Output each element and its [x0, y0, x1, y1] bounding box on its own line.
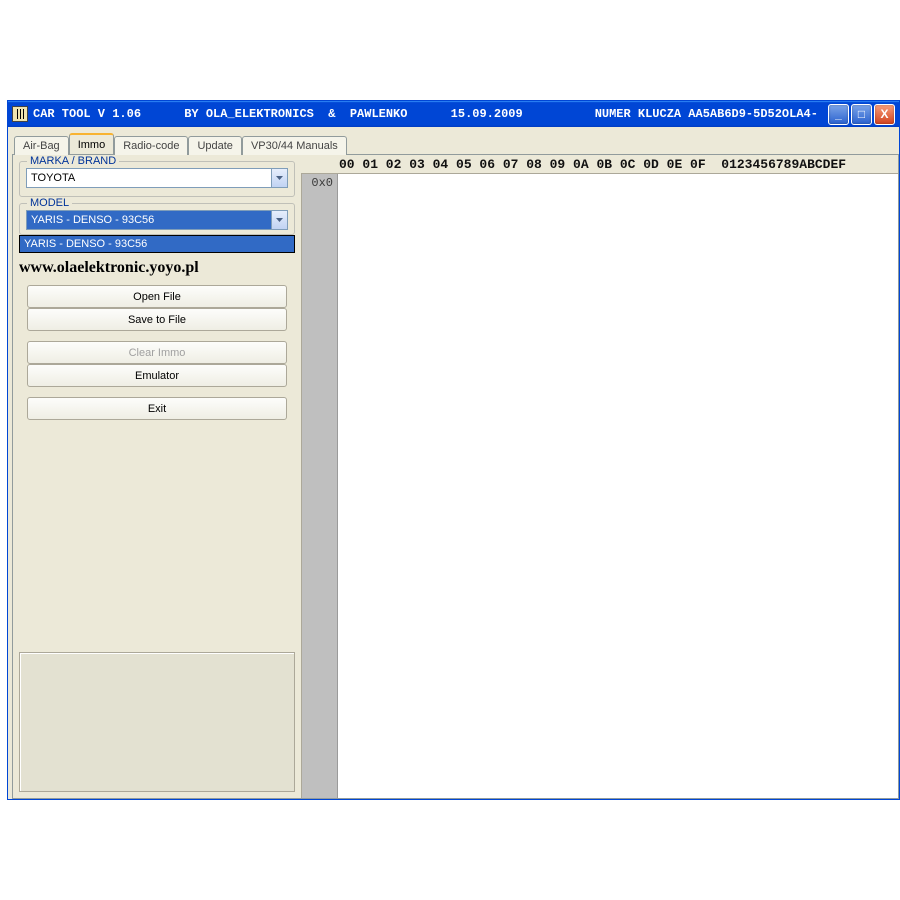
- chevron-down-icon: [276, 176, 283, 180]
- hex-header: 00 01 02 03 04 05 06 07 08 09 0A 0B 0C 0…: [301, 155, 898, 174]
- left-panel: MARKA / BRAND MODEL: [13, 155, 301, 798]
- tab-update[interactable]: Update: [188, 136, 241, 155]
- tab-manuals[interactable]: VP30/44 Manuals: [242, 136, 347, 155]
- titlebar[interactable]: CAR TOOL V 1.06 BY OLA_ELEKTRONICS & PAW…: [8, 101, 899, 127]
- open-file-button[interactable]: Open File: [27, 285, 287, 308]
- save-file-button[interactable]: Save to File: [27, 308, 287, 331]
- brand-fieldset: MARKA / BRAND: [19, 161, 295, 197]
- brand-combo[interactable]: [26, 168, 288, 188]
- clear-immo-button: Clear Immo: [27, 341, 287, 364]
- tab-label: Radio-code: [123, 140, 179, 152]
- model-dropdown-button[interactable]: [271, 210, 288, 230]
- button-label: Save to File: [128, 314, 186, 326]
- tab-label: VP30/44 Manuals: [251, 140, 338, 152]
- tab-body: MARKA / BRAND MODEL: [12, 154, 899, 799]
- model-fieldset: MODEL: [19, 203, 295, 235]
- window-controls: _ □ X: [828, 104, 899, 125]
- button-label: Clear Immo: [129, 347, 186, 359]
- chevron-down-icon: [276, 218, 283, 222]
- app-window: CAR TOOL V 1.06 BY OLA_ELEKTRONICS & PAW…: [7, 100, 900, 800]
- maximize-button[interactable]: □: [851, 104, 872, 125]
- tab-airbag[interactable]: Air-Bag: [14, 136, 69, 155]
- brand-input[interactable]: [26, 168, 271, 188]
- model-dropdown-list[interactable]: YARIS - DENSO - 93C56: [19, 235, 295, 253]
- tab-label: Update: [197, 140, 232, 152]
- hex-offset-gutter: 0x0: [302, 174, 338, 798]
- model-input[interactable]: [26, 210, 271, 230]
- model-combo[interactable]: [26, 210, 288, 230]
- hex-data-area[interactable]: [338, 174, 898, 798]
- client-area: Air-Bag Immo Radio-code Update VP30/44 M…: [8, 127, 899, 799]
- tab-label: Immo: [78, 139, 106, 151]
- minimize-button[interactable]: _: [828, 104, 849, 125]
- tab-radiocode[interactable]: Radio-code: [114, 136, 188, 155]
- site-link: www.olaelektronic.yoyo.pl: [19, 259, 295, 277]
- brand-legend: MARKA / BRAND: [27, 155, 119, 167]
- exit-button[interactable]: Exit: [27, 397, 287, 420]
- close-button[interactable]: X: [874, 104, 895, 125]
- hex-header-columns: 00 01 02 03 04 05 06 07 08 09 0A 0B 0C 0…: [337, 157, 846, 172]
- app-icon: [12, 106, 28, 122]
- hex-panel: 00 01 02 03 04 05 06 07 08 09 0A 0B 0C 0…: [301, 155, 898, 798]
- tab-label: Air-Bag: [23, 140, 60, 152]
- brand-dropdown-button[interactable]: [271, 168, 288, 188]
- button-label: Emulator: [135, 370, 179, 382]
- model-dropdown-item[interactable]: YARIS - DENSO - 93C56: [20, 236, 294, 252]
- hex-offset-0: 0x0: [302, 174, 337, 190]
- button-column: Open File Save to File Clear Immo Emulat…: [19, 285, 295, 420]
- maximize-icon: □: [858, 107, 865, 121]
- window-title: CAR TOOL V 1.06 BY OLA_ELEKTRONICS & PAW…: [33, 107, 828, 121]
- status-box: [19, 652, 295, 792]
- tabstrip: Air-Bag Immo Radio-code Update VP30/44 M…: [12, 133, 899, 154]
- model-legend: MODEL: [27, 197, 72, 209]
- tab-immo[interactable]: Immo: [69, 133, 115, 154]
- close-icon: X: [880, 107, 888, 121]
- button-label: Open File: [133, 291, 181, 303]
- minimize-icon: _: [835, 107, 842, 121]
- button-label: Exit: [148, 403, 166, 415]
- hex-body[interactable]: 0x0: [301, 174, 898, 798]
- emulator-button[interactable]: Emulator: [27, 364, 287, 387]
